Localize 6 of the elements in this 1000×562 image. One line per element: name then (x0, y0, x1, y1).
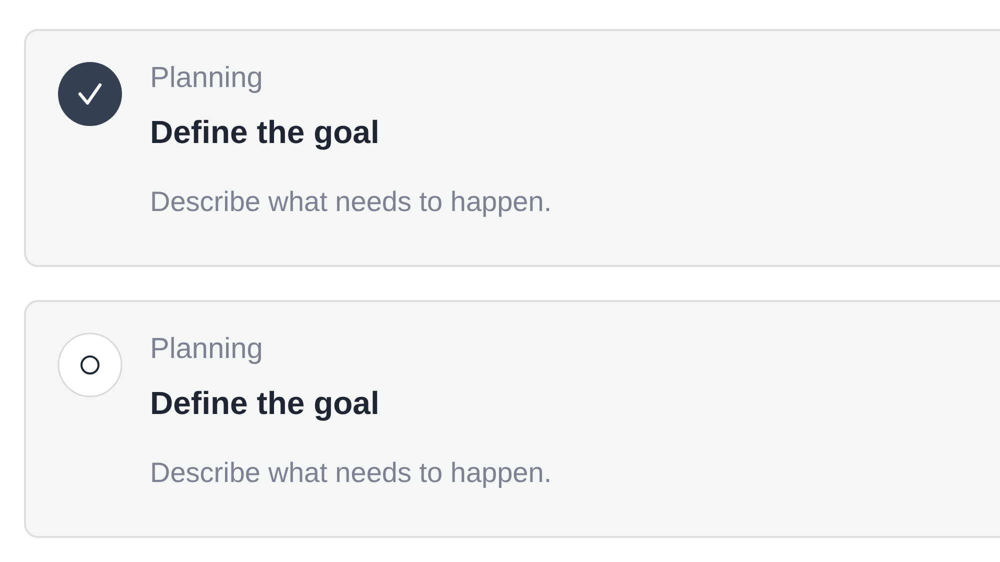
step-category: Planning (150, 61, 264, 96)
step-category: Planning (150, 332, 264, 367)
step-description: Describe what needs to happen. (150, 185, 552, 219)
step-title: Define the goal (150, 112, 380, 152)
step-title: Define the goal (150, 384, 380, 422)
step-description: Describe what needs to happen. (150, 456, 552, 490)
